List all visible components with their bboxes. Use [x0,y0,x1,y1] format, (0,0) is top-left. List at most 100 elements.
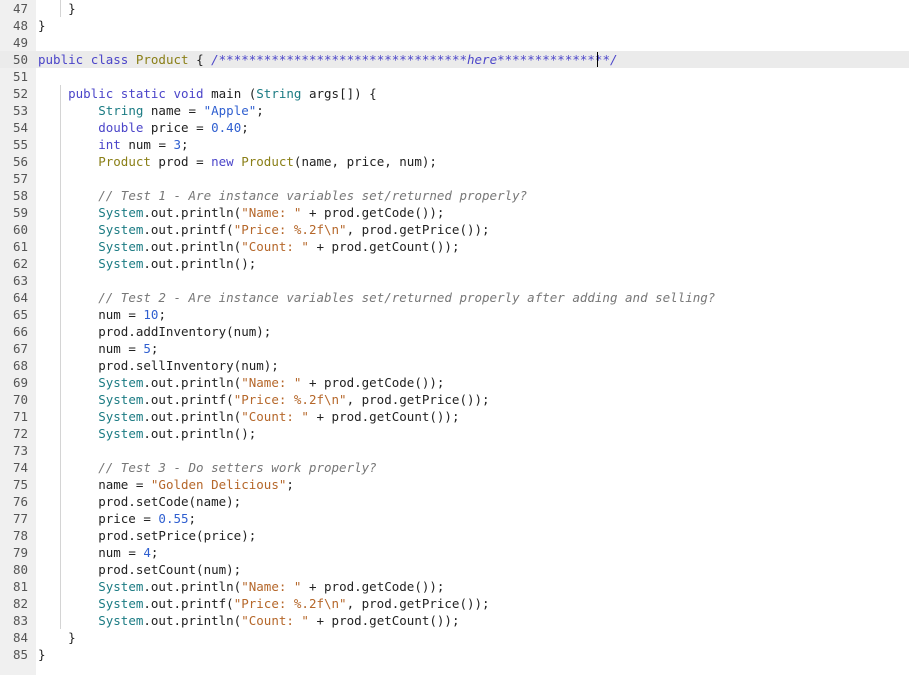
line-number: 59 [12,205,28,220]
line-text: // Test 2 - Are instance variables set/r… [38,289,715,306]
code-line[interactable]: 51 [0,68,915,85]
code-line[interactable]: 60 System.out.printf("Price: %.2f\n", pr… [0,221,915,238]
line-text: String name = "Apple"; [38,102,264,119]
line-text: prod.setPrice(price); [38,527,256,544]
code-line[interactable]: 53 String name = "Apple"; [0,102,915,119]
token-op: = [143,511,151,526]
token-tcls: System [98,613,144,628]
line-number: 61 [12,239,28,254]
token-op: = [128,341,136,356]
token-pln: } [68,1,76,16]
token-pln: , prod.getPrice()); [346,392,490,407]
code-line[interactable]: 49 [0,34,915,51]
token-pln: num [38,341,129,356]
line-number: 77 [12,511,28,526]
token-pln [38,613,98,628]
code-line[interactable]: 71 System.out.println("Count: " + prod.g… [0,408,915,425]
line-number: 78 [12,528,28,543]
token-pln [301,579,309,594]
token-op: + [316,613,325,628]
code-line[interactable]: 78 prod.setPrice(price); [0,527,915,544]
code-line[interactable]: 84 } [0,629,915,646]
code-content-area[interactable]: 47 } 48} 49 50 public class Product { /*****… [0,0,915,663]
code-line[interactable]: 77 price = 0.55; [0,510,915,527]
code-line[interactable]: 66 prod.addInventory(num); [0,323,915,340]
token-pln: prod.getCode()); [316,205,445,220]
code-line[interactable]: 65 num = 10; [0,306,915,323]
token-pln [113,86,121,101]
code-line[interactable]: 48} [0,17,915,34]
token-pln: name [143,103,189,118]
token-kw: new [211,154,234,169]
code-line[interactable]: 64 // Test 2 - Are instance variables se… [0,289,915,306]
code-line[interactable]: 74 // Test 3 - Do setters work properly? [0,459,915,476]
token-pln: .out.println( [143,579,242,594]
code-line[interactable]: 75 name = "Golden Delicious"; [0,476,915,493]
indent-guide [60,442,61,459]
token-pln [83,52,91,67]
line-text: num = 4; [38,544,158,561]
line-text: System.out.println(); [38,255,256,272]
token-kw: double [98,120,144,135]
token-pln [38,239,98,254]
line-text: System.out.println("Name: " + prod.getCo… [38,204,444,221]
token-pln [128,52,136,67]
token-pln [38,630,68,645]
token-pln [38,86,68,101]
code-line[interactable]: 82 System.out.printf("Price: %.2f\n", pr… [0,595,915,612]
token-pln: } [68,630,76,645]
token-pln [38,579,98,594]
code-line[interactable]: 50 public class Product { /**************… [0,51,909,68]
token-cmt: // Test 2 - Are instance variables set/r… [98,290,716,305]
token-pln: price [38,511,144,526]
code-line[interactable]: 52 public static void main (String args[… [0,85,915,102]
code-line[interactable]: 80 prod.setCount(num); [0,561,915,578]
token-cmt: // Test 1 - Are instance variables set/r… [98,188,528,203]
code-line[interactable]: 67 num = 5; [0,340,915,357]
line-text: System.out.printf("Price: %.2f\n", prod.… [38,221,489,238]
token-pln: .out.println(); [143,256,257,271]
code-line[interactable]: 85} [0,646,915,663]
line-text: System.out.printf("Price: %.2f\n", prod.… [38,595,490,612]
code-line[interactable]: 58 // Test 1 - Are instance variables se… [0,187,915,204]
token-pln: , prod.getPrice()); [346,596,490,611]
code-line[interactable]: 55 int num = 3; [0,136,915,153]
code-line[interactable]: 47 } [0,0,915,17]
code-line[interactable]: 69 System.out.println("Name: " + prod.ge… [0,374,915,391]
code-line[interactable]: 57 [0,170,915,187]
line-text: // Test 1 - Are instance variables set/r… [38,187,527,204]
line-text: prod.setCount(num); [38,561,241,578]
token-pln: prod.setCode(name); [38,494,242,509]
code-line[interactable]: 63 [0,272,915,289]
token-pln: prod [150,154,197,169]
code-line[interactable]: 68 prod.sellInventory(num); [0,357,915,374]
token-pln: .out.printf( [143,596,234,611]
token-pln [38,426,98,441]
token-op: = [188,103,197,118]
code-line[interactable]: 76 prod.setCode(name); [0,493,915,510]
code-line[interactable]: 56 Product prod = new Product(name, pric… [0,153,915,170]
token-pln: num [38,307,129,322]
token-pln: ; [158,307,166,322]
line-text: } [38,0,76,17]
code-line[interactable]: 59 System.out.println("Name: " + prod.ge… [0,204,915,221]
code-line[interactable]: 81 System.out.println("Name: " + prod.ge… [0,578,915,595]
code-line[interactable]: 79 num = 4; [0,544,915,561]
token-pln: prod.getCount()); [324,613,460,628]
code-line[interactable]: 70 System.out.printf("Price: %.2f\n", pr… [0,391,915,408]
indent-guide [60,170,61,187]
code-line[interactable]: 62 System.out.println(); [0,255,915,272]
token-pln [301,205,309,220]
line-number: 66 [12,324,28,339]
code-line[interactable]: 83 System.out.println("Count: " + prod.g… [0,612,915,629]
token-pln: ; [286,477,294,492]
code-editor[interactable]: 47 } 48} 49 50 public class Product { /*****… [0,0,915,675]
code-line[interactable]: 61 System.out.println("Count: " + prod.g… [0,238,915,255]
code-line[interactable]: 73 [0,442,915,459]
token-pln: num [120,137,159,152]
code-line[interactable]: 54 double price = 0.40; [0,119,915,136]
code-line[interactable]: 72 System.out.println(); [0,425,915,442]
token-str: "Count: " [241,409,309,424]
token-tcls: System [98,239,144,254]
line-number: 71 [12,409,28,424]
